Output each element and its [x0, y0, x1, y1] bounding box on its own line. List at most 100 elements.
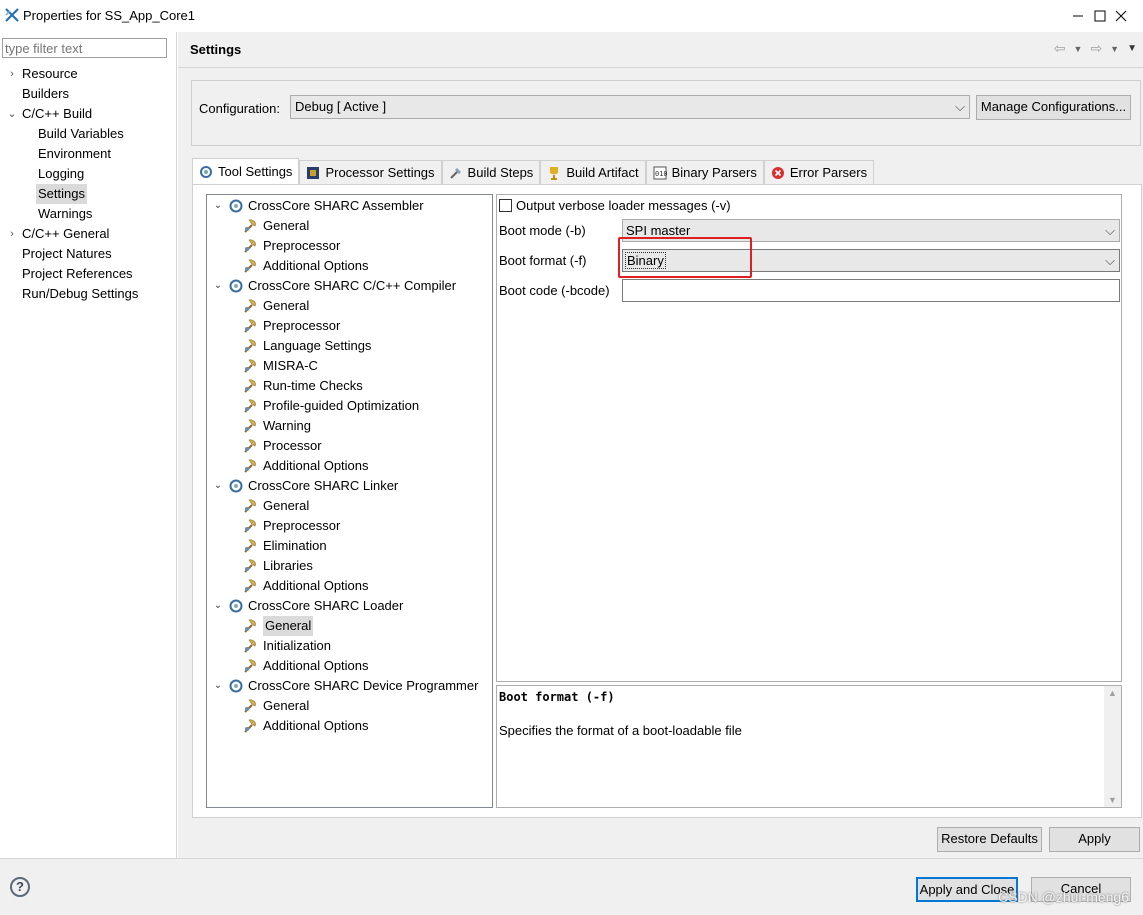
expand-toggle-icon[interactable]: ⌄	[212, 476, 224, 496]
tree-option-node[interactable]: Additional Options	[243, 716, 369, 736]
tree-tool-node[interactable]: ⌄ CrossCore SHARC C/C++ Compiler	[212, 276, 456, 296]
tool-gear-icon	[229, 679, 243, 693]
tree-option-node[interactable]: General	[243, 696, 309, 716]
tree-option-node[interactable]: Run-time Checks	[243, 376, 363, 396]
configuration-label: Configuration:	[199, 101, 280, 116]
nav-item-resource[interactable]: Resource	[22, 64, 78, 84]
history-nav: ⇦ ▼ ⇨ ▼ ▼	[1054, 40, 1137, 58]
settings-header: Settings ⇦ ▼ ⇨ ▼ ▼	[178, 32, 1143, 68]
tree-tool-node[interactable]: ⌄ CrossCore SHARC Device Programmer	[212, 676, 479, 696]
chevron-right-icon[interactable]: ›	[6, 64, 18, 84]
tree-node-label: MISRA-C	[263, 358, 318, 373]
tree-option-node[interactable]: Additional Options	[243, 256, 369, 276]
tree-node-label: Processor	[263, 438, 322, 453]
tab-tool-settings[interactable]: Tool Settings	[192, 158, 300, 184]
tree-node-label: Additional Options	[263, 658, 369, 673]
filter-input[interactable]	[2, 38, 167, 58]
chevron-right-icon[interactable]: ›	[6, 224, 18, 244]
trophy-icon	[550, 166, 559, 180]
scroll-down-icon[interactable]: ▼	[1108, 795, 1117, 805]
tab-error-parsers[interactable]: Error Parsers	[763, 160, 875, 184]
tree-node-label: Libraries	[263, 558, 313, 573]
nav-item-project-references[interactable]: Project References	[22, 264, 133, 284]
nav-item-project-natures[interactable]: Project Natures	[22, 244, 112, 264]
nav-item-environment[interactable]: Environment	[38, 144, 111, 164]
description-scrollbar[interactable]: ▲ ▼	[1104, 686, 1121, 807]
highlight-annotation-box	[618, 237, 752, 278]
option-category-icon	[244, 319, 256, 333]
tree-option-node[interactable]: Additional Options	[243, 456, 369, 476]
window-title: Properties for SS_App_Core1	[23, 8, 195, 23]
nav-item-build-variables[interactable]: Build Variables	[38, 124, 124, 144]
chevron-down-icon[interactable]: ⌄	[6, 104, 18, 124]
verbose-label: Output verbose loader messages (-v)	[516, 198, 731, 213]
tree-option-node[interactable]: MISRA-C	[243, 356, 318, 376]
tree-option-node[interactable]: Initialization	[243, 636, 331, 656]
tree-option-node[interactable]: Profile-guided Optimization	[243, 396, 419, 416]
nav-item-settings[interactable]: Settings	[36, 184, 87, 204]
tree-node-label: General	[263, 298, 310, 313]
expand-toggle-icon[interactable]: ⌄	[212, 196, 224, 216]
option-category-icon	[244, 379, 256, 393]
tree-tool-node[interactable]: ⌄ CrossCore SHARC Assembler	[212, 196, 424, 216]
apply-button[interactable]: Apply	[1049, 827, 1140, 852]
tool-gear-icon	[229, 279, 243, 293]
nav-item-c-c-general[interactable]: C/C++ General	[22, 224, 109, 244]
tree-option-node[interactable]: Elimination	[243, 536, 327, 556]
nav-item-c-c-build[interactable]: C/C++ Build	[22, 104, 92, 124]
verbose-checkbox[interactable]	[499, 199, 512, 212]
close-button[interactable]	[1098, 0, 1143, 32]
boot-code-input[interactable]	[622, 279, 1120, 302]
view-menu-icon[interactable]: ▼	[1127, 40, 1137, 58]
tree-option-node[interactable]: General	[243, 216, 309, 236]
tree-option-node[interactable]: General	[243, 496, 309, 516]
expand-toggle-icon[interactable]: ⌄	[212, 596, 224, 616]
nav-item-run-debug-settings[interactable]: Run/Debug Settings	[22, 284, 138, 304]
tree-option-node[interactable]: Libraries	[243, 556, 313, 576]
tree-option-node[interactable]: General	[243, 296, 309, 316]
tree-tool-node[interactable]: ⌄ CrossCore SHARC Linker	[212, 476, 398, 496]
option-category-icon	[244, 459, 256, 473]
tab-build-artifact[interactable]: Build Artifact	[540, 160, 646, 184]
tree-node-label: CrossCore SHARC Device Programmer	[248, 678, 479, 693]
forward-arrow-icon[interactable]: ⇨	[1090, 40, 1102, 58]
chevron-down-icon: ⌵	[955, 99, 965, 114]
configuration-select[interactable]: Debug [ Active ] ⌵	[290, 95, 970, 119]
tree-node-label: General	[263, 498, 310, 513]
verbose-loader-option[interactable]: Output verbose loader messages (-v)	[499, 198, 731, 213]
tree-option-node[interactable]: General	[243, 616, 314, 636]
tab-processor-settings[interactable]: Processor Settings	[299, 160, 442, 184]
restore-defaults-button[interactable]: Restore Defaults	[937, 827, 1042, 852]
tab-binary-parsers[interactable]: 010 Binary Parsers	[645, 160, 764, 184]
tab-build-steps[interactable]: Build Steps	[441, 160, 541, 184]
nav-item-builders[interactable]: Builders	[22, 84, 69, 104]
manage-configurations-button[interactable]: Manage Configurations...	[976, 95, 1131, 120]
expand-toggle-icon[interactable]: ⌄	[212, 676, 224, 696]
tool-settings-icon	[200, 165, 212, 178]
tree-option-node[interactable]: Language Settings	[243, 336, 371, 356]
tree-option-node[interactable]: Preprocessor	[243, 316, 340, 336]
tree-option-node[interactable]: Preprocessor	[243, 516, 340, 536]
expand-toggle-icon[interactable]: ⌄	[212, 276, 224, 296]
option-category-icon	[244, 699, 256, 713]
tree-option-node[interactable]: Processor	[243, 436, 322, 456]
tree-option-node[interactable]: Preprocessor	[243, 236, 340, 256]
tree-option-node[interactable]: Additional Options	[243, 576, 369, 596]
boot-mode-value: SPI master	[626, 223, 691, 238]
forward-menu-chevron-icon[interactable]: ▼	[1110, 40, 1119, 58]
nav-item-warnings[interactable]: Warnings	[38, 204, 92, 224]
option-category-icon	[244, 559, 256, 573]
scroll-up-icon[interactable]: ▲	[1108, 688, 1117, 698]
help-icon[interactable]: ?	[10, 877, 30, 897]
tree-option-node[interactable]: Additional Options	[243, 656, 369, 676]
tool-gear-icon	[229, 199, 243, 213]
option-category-icon	[244, 219, 256, 233]
tree-option-node[interactable]: Warning	[243, 416, 311, 436]
back-menu-chevron-icon[interactable]: ▼	[1074, 40, 1083, 58]
nav-item-logging[interactable]: Logging	[38, 164, 84, 184]
settings-tabs: Tool Settings Processor Settings Build S…	[192, 158, 875, 184]
binary-icon: 010	[653, 166, 667, 179]
back-arrow-icon[interactable]: ⇦	[1054, 40, 1066, 58]
tree-tool-node[interactable]: ⌄ CrossCore SHARC Loader	[212, 596, 404, 616]
tab-label: Error Parsers	[789, 165, 868, 180]
